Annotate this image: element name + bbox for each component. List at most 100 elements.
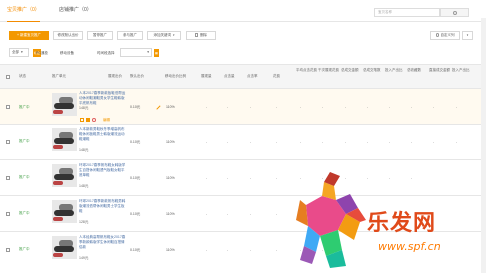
status-badge: 推广中: [19, 139, 30, 143]
total-amount-value: -: [345, 105, 347, 109]
table-row[interactable]: 推广中 人本经典高帮帆布鞋女2017春季新款韩版学生休闲鞋百搭情侣款 149元 …: [0, 232, 486, 268]
table-row[interactable]: 推广中 人本新款男鞋秋冬季增高帆布鞋休闲板鞋男士韩版潮流运动鞋潮鞋 148元 0…: [0, 124, 486, 160]
add-keyword-label: 添加关键词: [153, 33, 171, 37]
table-row[interactable]: 推广中 人本2017春季新款板鞋低帮运动休闲鞋潮鞋男女学生鞋韩版平底帆布鞋 14…: [0, 89, 486, 125]
clicks-value: -: [227, 212, 229, 216]
add-keyword-button[interactable]: 添加关键词 ▾: [147, 31, 181, 40]
search-button[interactable]: [440, 8, 469, 17]
cpm-value: -: [322, 248, 324, 252]
product-thumbnail[interactable]: [52, 128, 77, 151]
edit-link[interactable]: 编辑: [103, 118, 110, 123]
cpm-value: -: [322, 105, 324, 109]
tab-shop-promotion[interactable]: 店铺推广（0）: [59, 5, 92, 16]
product-title-link[interactable]: 人本2017春季新款板鞋低帮运动休闲鞋潮鞋男女学生鞋韩版平底帆布鞋: [79, 91, 127, 106]
cost-value: -: [276, 212, 278, 216]
product-title-link[interactable]: 人本新款男鞋秋冬季增高帆布鞋休闲板鞋男士韩版潮流运动鞋潮鞋: [79, 127, 127, 142]
time-select[interactable]: ▾: [120, 48, 152, 57]
row-checkbox[interactable]: [6, 176, 10, 180]
mobile-ratio-value: 110%: [166, 248, 175, 252]
cost-value: -: [276, 248, 278, 252]
table-row[interactable]: 推广中 环球2017春季新款帆布鞋男韩版潮流低帮休闲鞋男士学生板鞋 128元 0…: [0, 196, 486, 232]
row-checkbox[interactable]: [6, 248, 10, 252]
product-thumbnail[interactable]: [52, 93, 77, 116]
product-title-link[interactable]: 环球2017春季新款帆布鞋男韩版潮流低帮休闲鞋男士学生板鞋: [79, 199, 127, 214]
mobile-ratio-value: 110%: [166, 105, 175, 109]
row-checkbox[interactable]: [6, 105, 10, 109]
chart-icon[interactable]: [86, 118, 90, 122]
product-thumbnail[interactable]: [52, 236, 77, 259]
calendar-icon: ▦: [154, 49, 159, 57]
direct-amount-value: -: [433, 140, 435, 144]
custom-columns-label: 自定义列: [440, 33, 455, 37]
total-amount-value: -: [345, 176, 347, 180]
edit-pencil-icon[interactable]: [156, 105, 161, 110]
add-promotion-button[interactable]: + 新建宝贝推广: [9, 31, 49, 40]
trash-icon: [195, 32, 198, 37]
column-header-favorites: 总收藏数: [407, 68, 421, 72]
search-input[interactable]: 宝贝名称: [374, 8, 440, 17]
modify-bid-button[interactable]: 修改默认出价: [53, 31, 83, 40]
time-filter-label: 时间段选择: [97, 51, 115, 55]
total-amount-value: -: [345, 140, 347, 144]
column-header-clicks: 点击量: [224, 74, 235, 78]
custom-columns-button[interactable]: 自定义列: [430, 31, 460, 40]
clicks-value: -: [227, 140, 229, 144]
category-select[interactable]: 全部 ▾: [9, 48, 29, 57]
calendar-badge[interactable]: ▦: [154, 49, 159, 57]
cpm-value: -: [322, 176, 324, 180]
roi-value: -: [389, 105, 391, 109]
column-header-impressions: 展现量: [201, 74, 212, 78]
vertical-scrollbar[interactable]: [481, 18, 486, 273]
delete-button[interactable]: 删除: [186, 31, 216, 40]
device-filter[interactable]: 移动设备: [60, 49, 74, 57]
impressions-value: -: [206, 212, 208, 216]
default-bid-value: 0.10元: [130, 248, 141, 252]
default-bid-value: 0.10元: [130, 212, 141, 216]
more-button[interactable]: ▾: [462, 31, 473, 40]
impressions-value: -: [206, 105, 208, 109]
column-header-total-orders: 总成交笔数: [363, 68, 381, 72]
clicks-value: -: [227, 248, 229, 252]
status-badge: 推广中: [19, 105, 30, 109]
impressions-value: -: [206, 248, 208, 252]
ctr-value: -: [250, 176, 252, 180]
cpm-value: -: [322, 212, 324, 216]
pc-filter[interactable]: PC通投: [36, 49, 48, 57]
product-price: 148元: [79, 148, 89, 152]
info-icon[interactable]: [80, 118, 84, 122]
column-header-total-amount: 总成交金额: [341, 68, 359, 72]
direct-amount-value: -: [433, 105, 435, 109]
avg-click-cost-value: -: [300, 176, 302, 180]
default-bid-value: 0.10元: [130, 176, 141, 180]
tab-item-promotion[interactable]: 宝贝推广（0）: [7, 5, 40, 22]
column-header-unit: 推广单元: [52, 74, 66, 78]
avg-click-cost-value: -: [300, 140, 302, 144]
ctr-value: -: [250, 248, 252, 252]
pause-button[interactable]: 暂停推广: [87, 31, 113, 40]
mobile-icon[interactable]: [92, 118, 96, 122]
chevron-down-icon: ▾: [21, 50, 23, 54]
product-title-link[interactable]: 环球2017春季帆布鞋女韩版学生百搭休闲鞋透气板鞋女鞋平底单鞋: [79, 163, 127, 178]
product-title-link[interactable]: 人本经典高帮帆布鞋女2017春季新款韩版学生休闲鞋百搭情侣款: [79, 235, 127, 250]
tab-bar: 宝贝推广（0） 店铺推广（0） 宝贝名称: [0, 0, 486, 22]
clicks-value: -: [227, 176, 229, 180]
column-header-default-bid: 默认出价: [130, 74, 144, 78]
ctr-value: -: [250, 105, 252, 109]
row-checkbox[interactable]: [6, 140, 10, 144]
join-button[interactable]: 参与推广: [117, 31, 143, 40]
product-thumbnail[interactable]: [52, 200, 77, 223]
default-bid-value: 0.10元: [130, 105, 141, 109]
chevron-down-icon: ▾: [147, 50, 149, 54]
roi-2-value: -: [456, 140, 458, 144]
table-row[interactable]: 推广中 环球2017春季帆布鞋女韩版学生百搭休闲鞋透气板鞋女鞋平底单鞋 148元…: [0, 160, 486, 196]
select-all-checkbox[interactable]: [6, 75, 10, 79]
column-header-roi-2: 投入产出比: [452, 68, 470, 72]
avg-click-cost-value: -: [300, 105, 302, 109]
row-checkbox[interactable]: [6, 212, 10, 216]
default-bid-value: 0.10元: [130, 140, 141, 144]
favorites-value: -: [411, 140, 413, 144]
column-header-cost: 花费: [273, 74, 280, 78]
search-icon: [453, 10, 457, 15]
ctr-value: -: [250, 140, 252, 144]
product-thumbnail[interactable]: [52, 164, 77, 187]
